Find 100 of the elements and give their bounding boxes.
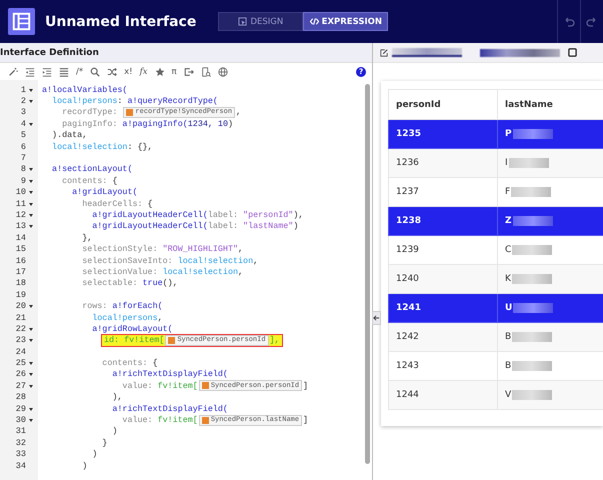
- blurred-tab[interactable]: [480, 48, 560, 56]
- local-variable-tool[interactable]: x!: [124, 66, 133, 76]
- code-line: selectionValue: local!selection,: [81, 266, 244, 278]
- line-number: 14: [14, 232, 27, 243]
- outdent-icon[interactable]: [25, 66, 35, 76]
- scrollbar[interactable]: [365, 84, 370, 464]
- function-tool[interactable]: fx: [140, 66, 148, 76]
- line-number: 27: [0, 380, 34, 391]
- grid-row[interactable]: 1241 U: [388, 294, 603, 322]
- code-line: },: [81, 232, 92, 244]
- pixelated-text-block: [508, 158, 549, 168]
- pixelated-text-block: [512, 390, 552, 400]
- wand-icon[interactable]: [8, 66, 18, 76]
- line-number: 21: [14, 312, 27, 322]
- table-cell: B: [505, 360, 512, 371]
- code-line: ).data,: [51, 130, 88, 141]
- code-line: ),: [111, 392, 122, 403]
- code-line: a!richTextDisplayField(: [111, 403, 228, 414]
- star-icon[interactable]: [154, 66, 165, 76]
- pixelated-text-block: [512, 216, 553, 226]
- line-number: 31: [14, 426, 27, 436]
- shuffle-icon[interactable]: [107, 66, 118, 76]
- code-line: local!persons: a!queryRecordType(: [51, 96, 218, 107]
- code-line: a!richTextDisplayField(: [111, 368, 228, 380]
- table-cell: 1235: [388, 120, 498, 148]
- table-cell: 1242: [388, 322, 498, 352]
- undo-icon: [563, 16, 575, 28]
- code-icon: [310, 17, 319, 26]
- mode-tab[interactable]: EXPRESSION: [303, 12, 388, 31]
- grid-row[interactable]: 1235 P: [388, 120, 603, 148]
- search-icon[interactable]: [90, 66, 100, 76]
- line-number: 2: [0, 96, 34, 106]
- line-number: 11: [0, 198, 34, 209]
- globe-icon[interactable]: [218, 66, 228, 76]
- code-line: contents: {: [61, 175, 118, 186]
- line-number: 33: [14, 449, 27, 460]
- line-number: 12: [0, 210, 34, 220]
- code-line: ): [91, 448, 98, 460]
- square-icon[interactable]: [568, 48, 577, 57]
- blurred-tab[interactable]: [392, 48, 462, 57]
- code-line: ): [111, 426, 118, 437]
- grid-row[interactable]: 1240 K: [388, 264, 603, 294]
- line-number: 9: [0, 176, 34, 186]
- grid-row[interactable]: 1244 V: [388, 380, 603, 410]
- document-search-icon[interactable]: [200, 66, 211, 76]
- grid-row[interactable]: 1236 I: [388, 148, 603, 178]
- comment-tool[interactable]: /*: [76, 66, 84, 76]
- line-number: 20: [0, 301, 34, 312]
- code-line: selectable: true(),: [81, 278, 178, 289]
- column-header: personId: [388, 90, 498, 120]
- code-line: a!gridRowLayout(: [91, 323, 173, 334]
- table-cell: 1241: [388, 294, 498, 322]
- table-cell: B: [505, 332, 512, 342]
- constant-tool[interactable]: π: [172, 66, 177, 76]
- pixelated-text-block: [512, 274, 552, 284]
- indent-icon[interactable]: [42, 66, 52, 76]
- line-number: 15: [14, 244, 27, 254]
- line-number: 32: [14, 438, 27, 448]
- code-line: rows: a!forEach(: [81, 300, 163, 312]
- line-number: 3: [20, 107, 27, 118]
- code-line: selectionSaveInto: local!selection,: [81, 255, 258, 266]
- table-cell: V: [505, 390, 512, 400]
- line-number: 6: [20, 142, 27, 152]
- grid-row[interactable]: 1238 Z: [388, 206, 603, 236]
- redo-icon: [586, 16, 598, 28]
- export-icon[interactable]: [184, 66, 194, 76]
- table-cell: 1236: [388, 148, 498, 178]
- cursor-icon: [238, 17, 248, 26]
- line-number: 29: [0, 404, 34, 414]
- table-cell: K: [505, 274, 511, 284]
- code-line: a!sectionLayout(: [51, 164, 132, 175]
- code-line: ): [81, 460, 88, 472]
- line-number: 7: [20, 153, 27, 164]
- edit-icon[interactable]: [380, 48, 388, 56]
- line-number: 17: [14, 266, 27, 277]
- code-line: }: [101, 437, 108, 448]
- line-number: 34: [14, 460, 27, 471]
- table-cell: Z: [505, 216, 512, 226]
- code-line: selectionStyle: "ROW_HIGHLIGHT",: [81, 244, 244, 255]
- collapse-button[interactable]: [372, 311, 381, 325]
- interface-title: Unnamed Interface: [45, 14, 196, 30]
- pixelated-text-block: [513, 302, 554, 313]
- line-number: 26: [0, 369, 34, 380]
- grid-row[interactable]: 1242 B: [388, 322, 603, 352]
- left-arrow-icon: [373, 314, 380, 322]
- line-number: 5: [20, 130, 27, 140]
- code-line: a!gridLayout(: [71, 186, 138, 198]
- pixelated-text-block: [511, 186, 552, 197]
- panel-title: Interface Definition: [0, 48, 99, 58]
- table-cell: 1238: [388, 206, 498, 236]
- table-cell: 1240: [388, 264, 498, 294]
- line-number: 4: [0, 118, 34, 129]
- mode-tab[interactable]: DESIGN: [218, 12, 304, 31]
- code-editor[interactable]: [0, 80, 372, 480]
- line-number: 8: [0, 164, 34, 174]
- line-number: 25: [0, 358, 34, 368]
- pixelated-text-block: [512, 332, 552, 342]
- code-line: local!persons,: [91, 312, 163, 323]
- list-icon[interactable]: [59, 66, 69, 76]
- code-line: local!selection: {},: [51, 141, 153, 152]
